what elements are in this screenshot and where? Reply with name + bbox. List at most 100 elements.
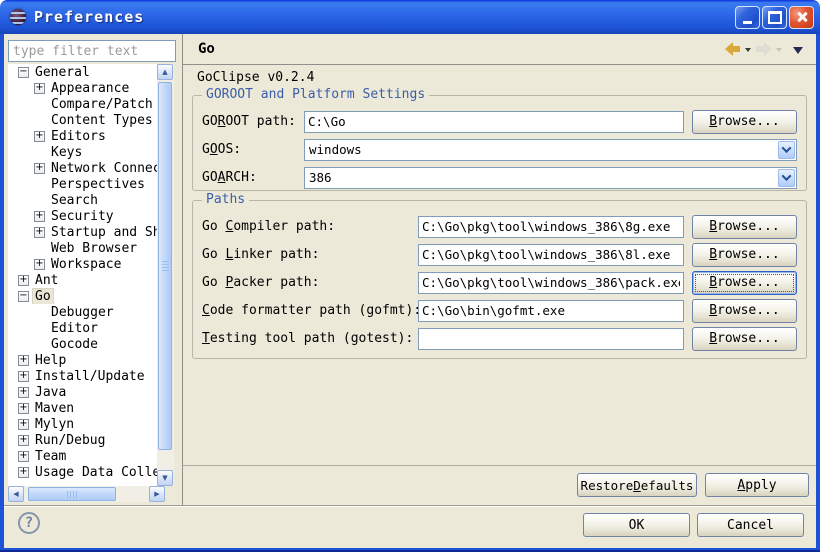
path-input[interactable]: [418, 216, 684, 238]
path-input[interactable]: [418, 244, 684, 266]
pane-separator[interactable]: [182, 34, 183, 505]
group-goroot-settings: GOROOT and Platform Settings GOROOT path…: [192, 95, 807, 191]
minimize-button[interactable]: [735, 6, 760, 29]
tree-expander-icon[interactable]: [18, 67, 29, 78]
tree-item[interactable]: Ant: [8, 272, 157, 288]
tree-item[interactable]: Security: [8, 208, 157, 224]
forward-dropdown-icon[interactable]: [776, 48, 782, 55]
combo-select[interactable]: windows: [304, 139, 797, 161]
vertical-scroll-thumb[interactable]: [158, 82, 172, 450]
tree-item[interactable]: Editor: [8, 320, 157, 336]
tree-expander-icon[interactable]: [18, 451, 29, 462]
title-bar[interactable]: Preferences: [0, 0, 820, 34]
form-row: Go Packer path: C:\Go\pkg\tool\windows_3…: [202, 271, 797, 294]
chevron-down-icon[interactable]: [778, 169, 795, 187]
tree-item[interactable]: Startup and Shu: [8, 224, 157, 240]
footer-separator: [4, 505, 816, 507]
browse-button[interactable]: Browse...: [692, 327, 797, 351]
cancel-button[interactable]: Cancel: [697, 513, 804, 537]
tree-expander-icon[interactable]: [34, 227, 45, 238]
tree-expander-icon[interactable]: [18, 403, 29, 414]
maximize-button[interactable]: [762, 6, 787, 29]
tree-item[interactable]: Content Types: [8, 112, 157, 128]
restore-defaults-button[interactable]: Restore Defaults: [577, 473, 697, 497]
tree-item[interactable]: Mylyn: [8, 416, 157, 432]
tree-vertical-scrollbar[interactable]: ▲ ▼: [157, 64, 174, 486]
scroll-left-icon[interactable]: ◀: [8, 486, 24, 502]
tree-item[interactable]: Run/Debug: [8, 432, 157, 448]
tree-expander-icon[interactable]: [34, 211, 45, 222]
tree-item-label: Compare/Patch: [49, 97, 155, 112]
path-input[interactable]: [418, 328, 684, 350]
tree-expander-icon[interactable]: [18, 435, 29, 446]
forward-arrow-icon[interactable]: [756, 42, 771, 56]
tree-expander-icon[interactable]: [34, 163, 45, 174]
browse-button[interactable]: Browse...: [692, 271, 797, 295]
tree-expander-icon[interactable]: [18, 291, 29, 302]
ok-button[interactable]: OK: [583, 513, 690, 537]
tree-expander-icon[interactable]: [18, 275, 29, 286]
tree-item[interactable]: Java: [8, 384, 157, 400]
close-button[interactable]: [789, 6, 814, 29]
filter-input[interactable]: [8, 40, 176, 62]
scroll-right-icon[interactable]: ▶: [149, 486, 165, 502]
form-row: Testing tool path (gotest): Browse...: [202, 327, 797, 350]
tree-item[interactable]: Editors: [8, 128, 157, 144]
tree-item[interactable]: Compare/Patch: [8, 96, 157, 112]
back-dropdown-icon[interactable]: [745, 48, 751, 55]
tree-item-label: Perspectives: [49, 177, 147, 192]
browse-button[interactable]: Browse...: [692, 243, 797, 267]
tree-horizontal-scrollbar[interactable]: ◀ ▶: [8, 486, 165, 502]
help-button[interactable]: ?: [18, 512, 40, 534]
tree-item[interactable]: Perspectives: [8, 176, 157, 192]
browse-button[interactable]: Browse...: [692, 110, 797, 134]
tree-expander-icon[interactable]: [34, 131, 45, 142]
path-input[interactable]: [418, 272, 684, 294]
tree-item[interactable]: Keys: [8, 144, 157, 160]
tree-item[interactable]: Search: [8, 192, 157, 208]
field-label: GOOS:: [202, 142, 304, 157]
tree-expander-icon[interactable]: [18, 419, 29, 430]
horizontal-scroll-thumb[interactable]: [28, 487, 116, 501]
tree-item[interactable]: Gocode: [8, 336, 157, 352]
apply-button[interactable]: Apply: [705, 473, 809, 497]
tree-expander-icon[interactable]: [18, 467, 29, 478]
field-label: Code formatter path (gofmt):: [202, 303, 418, 318]
tree-item[interactable]: Debugger: [8, 304, 157, 320]
tree-expander-icon[interactable]: [34, 83, 45, 94]
back-arrow-icon[interactable]: [725, 42, 740, 56]
tree-item[interactable]: Network Connect: [8, 160, 157, 176]
path-input[interactable]: [304, 111, 684, 133]
tree-item-label: Mylyn: [33, 417, 76, 432]
tree-expander-icon[interactable]: [18, 355, 29, 366]
window-border-left: [0, 34, 4, 552]
tree-item[interactable]: Web Browser: [8, 240, 157, 256]
tree-expander-icon[interactable]: [18, 387, 29, 398]
browse-button[interactable]: Browse...: [692, 215, 797, 239]
path-input[interactable]: [418, 300, 684, 322]
scroll-down-icon[interactable]: ▼: [157, 470, 173, 486]
chevron-down-icon[interactable]: [778, 141, 795, 159]
group-title: Paths: [202, 192, 249, 207]
browse-button[interactable]: Browse...: [692, 299, 797, 323]
tree-item[interactable]: General: [8, 64, 157, 80]
combo-value: windows: [305, 142, 778, 157]
window-title: Preferences: [34, 8, 144, 26]
scroll-up-icon[interactable]: ▲: [157, 64, 173, 80]
tree-item-label: Startup and Shu: [49, 225, 157, 240]
tree-item[interactable]: Team: [8, 448, 157, 464]
tree-item-label: Ant: [33, 273, 60, 288]
tree-item[interactable]: Usage Data Collect: [8, 464, 157, 480]
tree-expander-icon[interactable]: [34, 259, 45, 270]
tree-item[interactable]: Install/Update: [8, 368, 157, 384]
tree-item[interactable]: Go: [8, 288, 157, 304]
tree-item[interactable]: Help: [8, 352, 157, 368]
tree-item-label: Help: [33, 353, 68, 368]
tree-item[interactable]: Appearance: [8, 80, 157, 96]
field-label: Go Linker path:: [202, 247, 418, 262]
tree-item[interactable]: Maven: [8, 400, 157, 416]
combo-select[interactable]: 386: [304, 167, 797, 189]
tree-expander-icon[interactable]: [18, 371, 29, 382]
view-menu-icon[interactable]: [793, 47, 803, 59]
tree-item[interactable]: Workspace: [8, 256, 157, 272]
